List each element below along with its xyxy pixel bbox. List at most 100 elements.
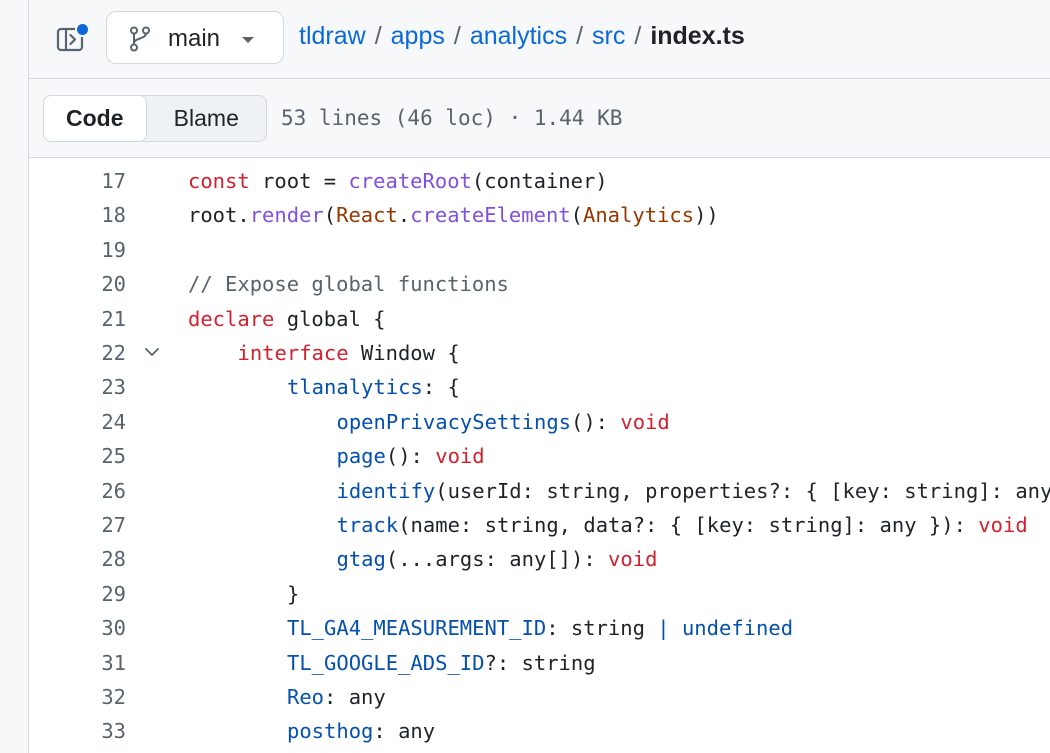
- code-line: 25 page(): void: [29, 440, 1050, 474]
- line-number[interactable]: 21: [29, 307, 126, 331]
- line-source: TL_GOOGLE_ADS_ID?: string: [287, 651, 596, 675]
- line-source: declare global {: [188, 307, 386, 331]
- line-number[interactable]: 19: [29, 238, 126, 262]
- code-token: posthog: [287, 719, 374, 744]
- line-source: const root = createRoot(container): [188, 169, 608, 193]
- line-number[interactable]: 27: [29, 513, 126, 537]
- line-number[interactable]: 18: [29, 203, 126, 227]
- code-token: void: [435, 444, 485, 469]
- breadcrumb-separator: /: [374, 22, 382, 50]
- line-number[interactable]: 17: [29, 169, 126, 193]
- breadcrumb-link-analytics[interactable]: analytics: [470, 22, 567, 51]
- breadcrumb-link-repo[interactable]: tldraw: [299, 22, 366, 51]
- tab-code[interactable]: Code: [44, 96, 147, 141]
- line-source: interface Window {: [238, 341, 460, 365]
- code-token: ?: string: [484, 650, 596, 675]
- line-source: track(name: string, data?: { [key: strin…: [337, 513, 1028, 537]
- sidebar-toggle-button[interactable]: [51, 20, 90, 58]
- code-token: (userId: string, properties?: { [key: st…: [435, 478, 1050, 503]
- line-source: tlanalytics: {: [287, 375, 460, 399]
- code-token: (name: string, data?: { [key: string]: a…: [398, 513, 979, 537]
- code-line: 30 TL_GA4_MEASUREMENT_ID: string | undefi…: [29, 612, 1050, 646]
- breadcrumb-separator: /: [453, 22, 461, 50]
- code-token: (: [323, 203, 337, 228]
- code-line: 23 tlanalytics: {: [29, 371, 1050, 405]
- code-token: // Expose global functions: [188, 272, 509, 297]
- line-number[interactable]: 29: [29, 582, 126, 606]
- code-token: : any: [324, 685, 386, 709]
- code-token: ():: [571, 409, 621, 434]
- code-token: : {: [422, 375, 460, 400]
- left-rail: [0, 0, 29, 753]
- file-meta-info: 53 lines (46 loc) · 1.44 KB: [281, 106, 623, 130]
- line-source: root.render(React.createElement(Analytic…: [188, 203, 719, 227]
- code-line: 27 track(name: string, data?: { [key: str…: [29, 509, 1050, 543]
- code-token: root =: [249, 169, 349, 193]
- line-number[interactable]: 30: [29, 616, 126, 640]
- line-number[interactable]: 33: [29, 719, 126, 743]
- code-token: void: [608, 547, 658, 572]
- code-token: render: [249, 203, 324, 228]
- line-number[interactable]: 24: [29, 410, 126, 434]
- code-token: Analytics: [582, 203, 695, 228]
- git-branch-icon: [130, 26, 150, 52]
- code-token: (: [570, 203, 583, 228]
- code-line: 21 declare global {: [29, 303, 1050, 337]
- code-line: 26 identify(userId: string, properties?: …: [29, 475, 1050, 509]
- breadcrumb-link-src[interactable]: src: [592, 22, 625, 51]
- code-line: 22 interface Window {: [29, 337, 1050, 371]
- code-token: createElement: [410, 203, 571, 228]
- code-token: React: [336, 203, 398, 228]
- code-token: undefined: [681, 616, 794, 641]
- line-number[interactable]: 23: [29, 375, 126, 399]
- code-token: interface: [237, 341, 349, 365]
- line-source: page(): void: [337, 444, 485, 468]
- code-token: void: [620, 409, 670, 434]
- view-mode-toggle: Code Blame: [43, 95, 267, 142]
- breadcrumb-separator: /: [634, 22, 642, 50]
- line-source: openPrivacySettings(): void: [337, 410, 670, 434]
- line-number[interactable]: 28: [29, 547, 126, 571]
- line-source: posthog: any: [287, 719, 435, 743]
- line-number[interactable]: 26: [29, 479, 126, 503]
- fold-chevron-icon[interactable]: [144, 346, 160, 358]
- line-source: }: [287, 582, 299, 606]
- code-token: createRoot: [348, 169, 472, 193]
- code-token: identify: [336, 478, 436, 503]
- branch-selector-button[interactable]: main: [106, 11, 284, 64]
- line-source: Reo: any: [287, 685, 386, 709]
- code-line: 17 const root = createRoot(container): [29, 165, 1050, 199]
- code-token: .: [397, 203, 411, 228]
- breadcrumb: tldraw / apps / analytics / src / index.…: [299, 22, 745, 51]
- line-number[interactable]: 20: [29, 272, 126, 296]
- line-number[interactable]: 22: [29, 341, 126, 365]
- line-number[interactable]: 25: [29, 444, 126, 468]
- code-token: )): [694, 203, 719, 228]
- line-number[interactable]: 32: [29, 685, 126, 709]
- line-number[interactable]: 31: [29, 651, 126, 675]
- code-token: |: [657, 616, 670, 641]
- code-token: Window {: [348, 341, 460, 365]
- code-token: void: [978, 513, 1028, 537]
- current-file-name: index.ts: [650, 22, 745, 50]
- code-token: openPrivacySettings: [336, 409, 572, 434]
- code-token: root.: [188, 203, 250, 228]
- line-source: identify(userId: string, properties?: { …: [337, 479, 1050, 503]
- notification-dot: [75, 22, 90, 37]
- breadcrumb-separator: /: [576, 22, 584, 50]
- line-source: // Expose global functions: [188, 272, 509, 296]
- code-line: 32 Reo: any: [29, 681, 1050, 715]
- code-token: : any: [373, 719, 436, 744]
- code-line: 31 TL_GOOGLE_ADS_ID?: string: [29, 647, 1050, 681]
- code-view[interactable]: 17 const root = createRoot(container) 18 ro…: [29, 158, 1050, 753]
- code-token: : string: [546, 616, 658, 641]
- file-header: main tldraw / apps / analytics / src / i…: [29, 0, 1050, 79]
- code-token: declare: [188, 306, 275, 331]
- code-line: 19: [29, 234, 1050, 268]
- breadcrumb-link-apps[interactable]: apps: [391, 22, 445, 51]
- tab-blame[interactable]: Blame: [147, 96, 266, 141]
- code-token: page: [336, 444, 386, 469]
- code-token: TL_GOOGLE_ADS_ID: [287, 650, 485, 675]
- code-token: ():: [385, 444, 436, 469]
